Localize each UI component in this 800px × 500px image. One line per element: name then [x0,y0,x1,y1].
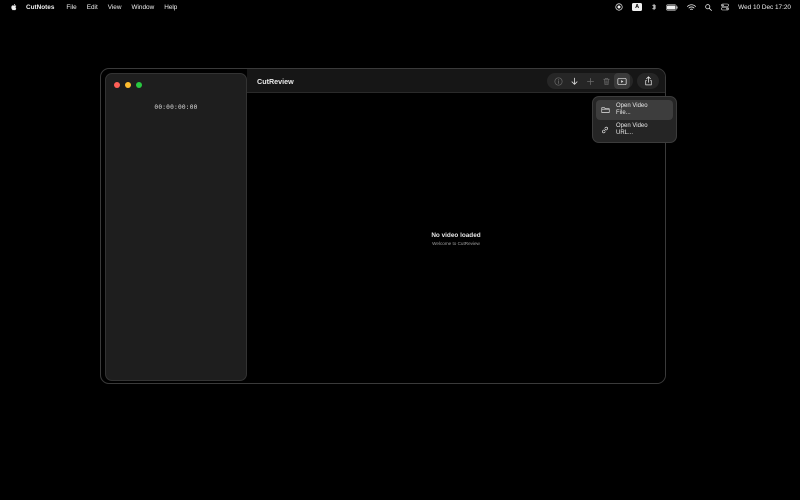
info-icon [554,77,562,85]
open-video-file-item[interactable]: Open Video File... [596,100,673,120]
window-controls [114,82,147,88]
timecode-display: 00:00:00:00 [154,104,198,111]
download-button[interactable] [566,73,582,89]
open-video-menu-button[interactable] [614,73,630,89]
open-video-url-item[interactable]: Open Video URL... [596,120,673,140]
bluetooth-icon[interactable] [651,3,657,11]
menu-file[interactable]: File [66,4,76,11]
plus-icon [586,77,594,85]
link-icon [601,126,611,134]
battery-icon[interactable] [666,4,678,11]
app-window: 00:00:00:00 CutReview No video loaded We… [100,68,666,384]
share-group [637,73,659,89]
close-window-button[interactable] [114,82,120,88]
share-icon [644,76,652,86]
open-video-dropdown: Open Video File... Open Video URL... [592,96,677,143]
open-video-url-label-line1: Open Video [616,123,648,130]
menubar-clock[interactable]: Wed 10 Dec 17:20 [738,4,791,11]
share-button[interactable] [640,73,656,89]
play-rectangle-icon [617,77,627,85]
info-button[interactable] [550,73,566,89]
empty-state-title: No video loaded [431,232,481,239]
toolbar-actions-group [547,73,633,89]
app-name-menu[interactable]: CutNotes [26,4,54,11]
trash-icon [602,77,610,85]
window-title: CutReview [257,77,294,86]
keyboard-badge: A [632,3,643,11]
keyboard-input-icon[interactable]: A [632,3,643,11]
open-video-file-label-line2: File... [616,110,631,116]
empty-state-subtitle: Welcome to CutReview [432,241,480,246]
open-video-url-label: Open Video URL... [616,123,648,137]
open-video-file-label-line1: Open Video [616,103,648,110]
menu-view[interactable]: View [108,4,122,11]
minimize-window-button[interactable] [125,82,131,88]
open-video-file-label: Open Video File... [616,103,648,117]
menu-edit[interactable]: Edit [87,4,98,11]
control-center-icon[interactable] [721,3,729,11]
screen-record-icon[interactable] [615,3,623,11]
arrow-down-icon [571,77,577,85]
delete-button[interactable] [598,73,614,89]
window-titlebar: CutReview [247,69,665,93]
folder-icon [601,106,611,114]
menu-help[interactable]: Help [164,4,177,11]
open-video-url-label-line2: URL... [616,130,634,136]
add-button[interactable] [582,73,598,89]
spotlight-search-icon[interactable] [705,3,713,11]
zoom-window-button[interactable] [136,82,142,88]
menu-window[interactable]: Window [131,4,154,11]
apple-icon[interactable] [10,3,18,11]
sidebar: 00:00:00:00 [105,73,247,381]
menu-bar: CutNotes File Edit View Window Help A We… [0,0,800,14]
wifi-icon[interactable] [687,3,697,11]
toolbar [543,73,659,89]
